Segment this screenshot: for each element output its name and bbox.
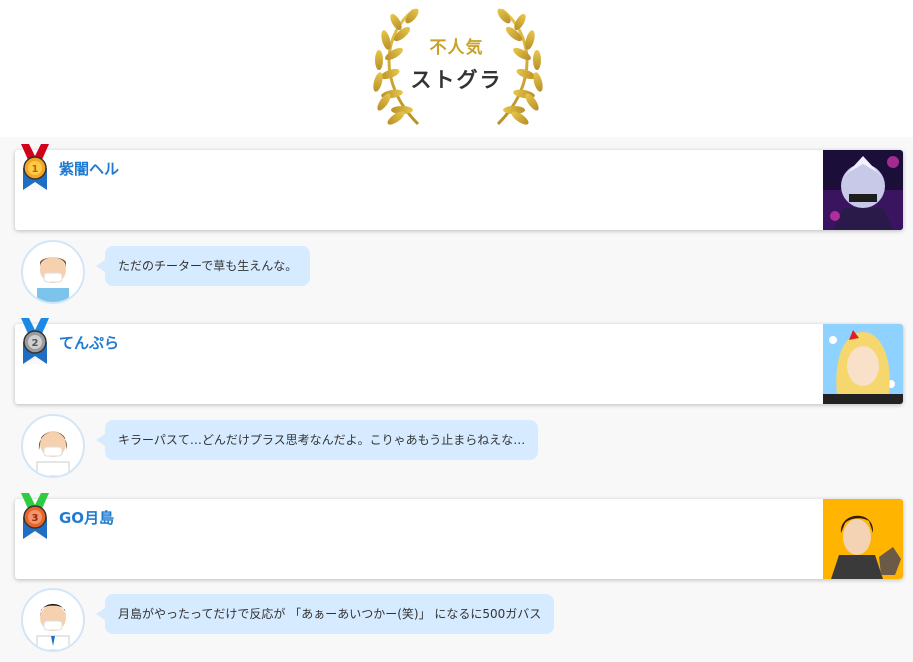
silver-medal-icon: 2 [21, 318, 49, 364]
bronze-medal-icon: 3 [21, 493, 49, 539]
svg-text:2: 2 [32, 338, 39, 349]
ranking-name[interactable]: GO月島 [59, 507, 114, 528]
svg-text:3: 3 [32, 513, 39, 524]
badge-title: ストグラ [410, 67, 503, 92]
gold-medal-icon: 1 [21, 144, 49, 190]
comment-bubble: キラーパスて…どんだけプラス思考なんだよ。こりゃあもう止まらねえな… [95, 420, 539, 460]
ranking-name[interactable]: 紫闇ヘル [59, 158, 119, 179]
avatar [21, 240, 85, 304]
ranking-card-1[interactable]: 1 紫闇ヘル [15, 144, 903, 230]
character-thumbnail [823, 324, 903, 404]
svg-text:1: 1 [32, 164, 39, 175]
page-header: 不人気 ストグラ [0, 0, 913, 137]
character-thumbnail [823, 499, 903, 579]
badge-subtitle: 不人気 [429, 38, 484, 58]
avatar [21, 588, 85, 652]
ranking-list: 1 紫闇ヘル ただのチーターで草も生えんな。 2 てんぷら キラーパスて…どんだ… [0, 137, 913, 662]
ranking-card-3[interactable]: 3 GO月島 [15, 493, 903, 579]
ranking-name[interactable]: てんぷら [59, 332, 119, 353]
character-thumbnail [823, 150, 903, 230]
avatar [21, 414, 85, 478]
ranking-card-2[interactable]: 2 てんぷら [15, 318, 903, 404]
comment-bubble: ただのチーターで草も生えんな。 [95, 246, 311, 286]
comment-bubble: 月島がやったってだけで反応が 「あぁーあいつかー(笑)」 になるに500ガバス [95, 594, 555, 634]
